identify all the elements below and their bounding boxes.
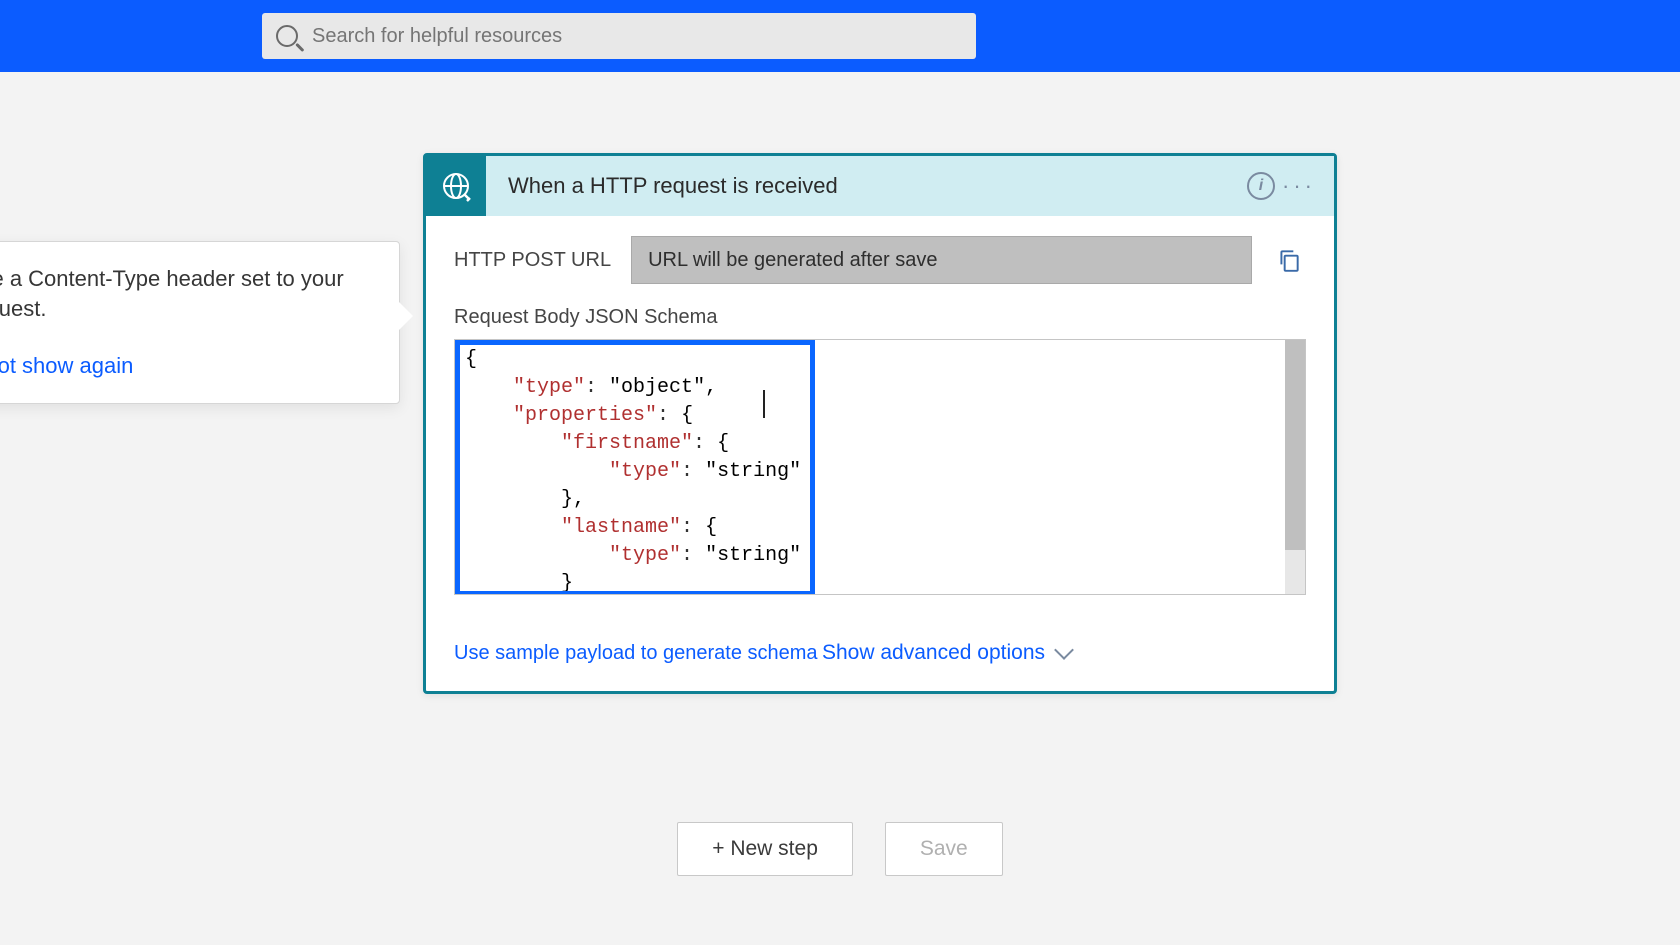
tooltip-dismiss-link[interactable]: o not show again	[0, 351, 133, 381]
search-box[interactable]	[262, 13, 976, 59]
copy-url-button[interactable]	[1272, 243, 1306, 277]
card-body: HTTP POST URL URL will be generated afte…	[426, 216, 1334, 691]
info-button[interactable]: i	[1242, 167, 1280, 205]
scrollbar-track[interactable]	[1285, 340, 1305, 594]
scrollbar-thumb[interactable]	[1285, 340, 1305, 550]
url-label: HTTP POST URL	[454, 249, 611, 272]
chevron-down-icon	[1054, 640, 1074, 660]
content-type-tooltip: ude a Content-Type header set to your re…	[0, 241, 400, 404]
code-line: },	[465, 486, 1295, 514]
card-header[interactable]: When a HTTP request is received i ···	[426, 156, 1334, 216]
top-header-bar	[0, 0, 1680, 72]
code-line: }	[465, 570, 1295, 595]
new-step-button[interactable]: + New step	[677, 822, 853, 876]
tooltip-text: ude a Content-Type header set to your re…	[0, 264, 373, 323]
show-advanced-options[interactable]: Show advanced options	[822, 641, 1071, 665]
http-globe-icon	[426, 156, 486, 216]
schema-label: Request Body JSON Schema	[454, 306, 1306, 329]
save-button[interactable]: Save	[885, 822, 1003, 876]
code-line: "properties": {	[465, 402, 1295, 430]
code-line: "lastname": {	[465, 514, 1295, 542]
footer-actions: + New step Save	[0, 822, 1680, 876]
use-sample-payload-link[interactable]: Use sample payload to generate schema	[454, 642, 818, 665]
text-caret	[763, 390, 765, 418]
code-line: "firstname": {	[465, 430, 1295, 458]
trigger-title: When a HTTP request is received	[508, 173, 1242, 199]
code-line: "type": "object",	[465, 374, 1295, 402]
http-trigger-card: When a HTTP request is received i ··· HT…	[423, 153, 1337, 694]
advanced-label: Show advanced options	[822, 641, 1045, 665]
more-menu-button[interactable]: ···	[1280, 167, 1318, 205]
info-icon: i	[1247, 172, 1275, 200]
url-placeholder-text: URL will be generated after save	[648, 249, 937, 272]
ellipsis-icon: ···	[1282, 173, 1316, 199]
search-input[interactable]	[312, 25, 962, 48]
code-line: "type": "string"	[465, 458, 1295, 486]
search-icon	[276, 25, 298, 47]
code-line: "type": "string"	[465, 542, 1295, 570]
http-post-url-field: URL will be generated after save	[631, 236, 1252, 284]
json-schema-editor[interactable]: { "type": "object", "properties": { "fir…	[454, 339, 1306, 595]
code-line: {	[465, 346, 1295, 374]
